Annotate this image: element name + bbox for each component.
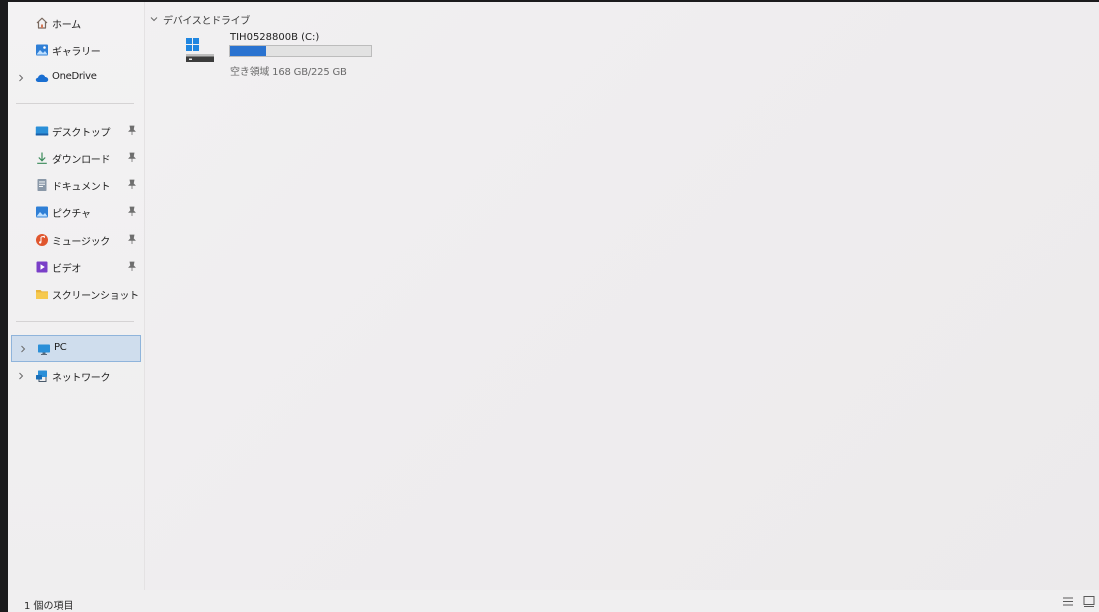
- group-header-label: デバイスとドライブ: [163, 15, 250, 27]
- windows-drive-icon: [186, 38, 214, 62]
- group-header-devices-and-drives[interactable]: デバイスとドライブ: [149, 11, 250, 27]
- sidebar-item-label: ビデオ: [52, 264, 82, 275]
- sidebar-item-onedrive[interactable]: OneDrive: [10, 65, 140, 91]
- sidebar-item-videos[interactable]: ビデオ: [10, 254, 140, 280]
- sidebar-item-label: ネットワーク: [52, 373, 111, 384]
- pictures-icon: [36, 206, 48, 218]
- chevron-right-icon[interactable]: [18, 343, 28, 355]
- status-item-count: 1 個の項目: [24, 601, 74, 612]
- sidebar-item-desktop[interactable]: デスクトップ: [10, 118, 140, 144]
- sidebar-item-label: ピクチャ: [52, 209, 91, 220]
- sidebar-divider: [16, 321, 134, 322]
- gallery-icon: [36, 44, 48, 56]
- pin-icon[interactable]: [127, 206, 137, 217]
- sidebar-item-label: ドキュメント: [52, 182, 111, 193]
- sidebar-item-label: スクリーンショット: [52, 291, 139, 302]
- navigation-pane[interactable]: ホーム ギャラリー OneDrive デスクトップ ダウンロード ドキュメント …: [8, 2, 145, 590]
- sidebar-item-pc[interactable]: PC: [11, 335, 141, 362]
- details-view-icon[interactable]: [1061, 595, 1075, 608]
- folder-icon: [36, 290, 48, 299]
- sidebar-item-screenshots[interactable]: スクリーンショット: [10, 281, 140, 307]
- sidebar-item-label: デスクトップ: [52, 128, 111, 139]
- sidebar-divider: [16, 103, 134, 104]
- onedrive-cloud-icon: [35, 74, 49, 82]
- sidebar-item-gallery[interactable]: ギャラリー: [10, 37, 140, 63]
- sidebar-item-label: OneDrive: [52, 71, 97, 82]
- sidebar-item-home[interactable]: ホーム: [10, 10, 140, 36]
- sidebar-item-label: ミュージック: [52, 237, 110, 248]
- video-icon: [36, 261, 48, 273]
- download-icon: [37, 152, 47, 164]
- pin-icon[interactable]: [127, 125, 137, 136]
- content-pane[interactable]: デバイスとドライブ TIH0528800B (C:) 空き領域 168 GB/2…: [145, 2, 1099, 590]
- pin-icon[interactable]: [127, 152, 137, 163]
- pin-icon[interactable]: [127, 179, 137, 190]
- chevron-right-icon[interactable]: [16, 72, 26, 84]
- sidebar-item-pictures[interactable]: ピクチャ: [10, 199, 140, 225]
- sidebar-item-label: ダウンロード: [52, 155, 111, 166]
- chevron-right-icon[interactable]: [16, 370, 26, 382]
- music-icon: [36, 234, 48, 246]
- drive-free-space: 空き領域 168 GB/225 GB: [230, 67, 347, 78]
- pin-icon[interactable]: [127, 261, 137, 272]
- sidebar-item-label: ギャラリー: [52, 47, 101, 58]
- pc-monitor-icon: [38, 344, 50, 355]
- sidebar-item-music[interactable]: ミュージック: [10, 227, 140, 253]
- network-icon: [36, 370, 47, 382]
- drive-tile-c[interactable]: TIH0528800B (C:) 空き領域 168 GB/225 GB: [173, 30, 373, 80]
- document-icon: [37, 179, 47, 191]
- home-icon: [36, 17, 48, 29]
- sidebar-item-label: PC: [54, 342, 67, 353]
- sidebar-item-downloads[interactable]: ダウンロード: [10, 145, 140, 171]
- chevron-down-icon[interactable]: [149, 14, 159, 24]
- drive-usage-bar-fill: [230, 46, 266, 56]
- file-explorer-window: ホーム ギャラリー OneDrive デスクトップ ダウンロード ドキュメント …: [8, 2, 1099, 612]
- drive-usage-bar: [229, 45, 372, 57]
- status-bar: 1 個の項目: [8, 590, 1099, 612]
- sidebar-item-network[interactable]: ネットワーク: [10, 363, 140, 389]
- drive-name: TIH0528800B (C:): [230, 32, 320, 43]
- desktop-icon: [35, 126, 49, 136]
- pin-icon[interactable]: [127, 234, 137, 245]
- sidebar-item-label: ホーム: [52, 20, 81, 31]
- sidebar-item-documents[interactable]: ドキュメント: [10, 172, 140, 198]
- large-icons-view-icon[interactable]: [1082, 595, 1096, 608]
